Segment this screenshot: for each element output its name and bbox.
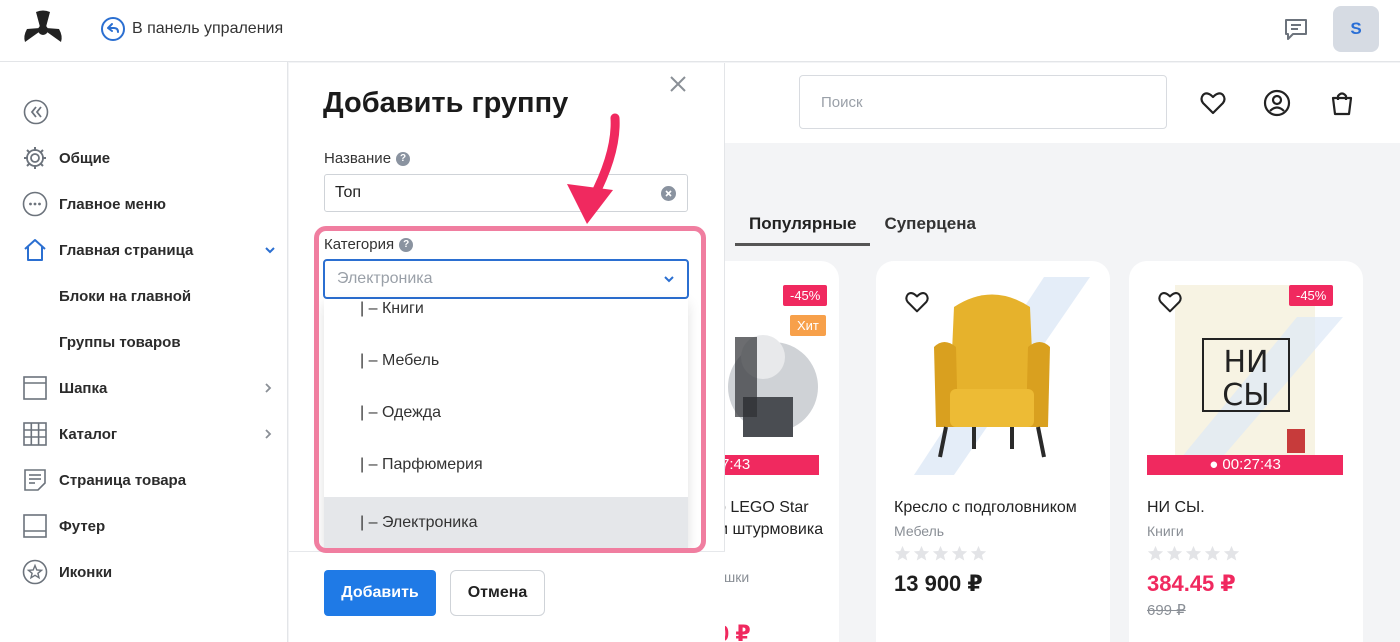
star-icon (1204, 545, 1221, 561)
timer-text: 00:27:43 (1222, 456, 1281, 473)
back-circle-icon (101, 17, 125, 41)
sidebar-item-home-page[interactable]: Главная страница (22, 236, 278, 264)
sidebar-item-label: Главное меню (59, 195, 166, 213)
product-category: Книги (1147, 523, 1184, 539)
sidebar-subitem-home-blocks[interactable]: Блоки на главной (59, 288, 191, 305)
document-icon (22, 467, 48, 493)
product-price: 13 900 ₽ (894, 571, 983, 596)
star-icon (1223, 545, 1240, 561)
collapse-sidebar-icon[interactable] (23, 99, 49, 125)
star-icon (1185, 545, 1202, 561)
favorite-heart-icon[interactable] (1157, 289, 1183, 315)
discount-badge: -45% (783, 285, 828, 306)
star-circle-icon (22, 559, 48, 585)
name-label: Название ? (324, 150, 411, 167)
store-preview: Поиск Популярные Суперцена -45% Хит 00:2… (605, 63, 1400, 642)
star-icon (894, 545, 911, 561)
product-name-line1: р LEGO Star (717, 499, 809, 516)
store-header: Поиск (725, 63, 1400, 143)
sidebar-subitem-product-groups[interactable]: Группы товаров (59, 334, 181, 351)
name-label-text: Название (324, 150, 392, 167)
sidebar-item-label: Футер (59, 517, 106, 535)
grid-icon (22, 421, 48, 447)
add-button[interactable]: Добавить (324, 570, 436, 616)
timer-bar: ● 00:27:43 (1147, 455, 1343, 475)
sidebar-item-general[interactable]: Общие (22, 144, 278, 172)
chevron-down-icon[interactable] (264, 244, 276, 256)
product-name-line2: м штурмовика (717, 521, 824, 538)
hit-badge: Хит (790, 315, 826, 336)
heart-icon[interactable] (1199, 89, 1227, 117)
tab-superprice[interactable]: Суперцена (870, 211, 989, 246)
sidebar-item-icons[interactable]: Иконки (22, 558, 278, 586)
star-icon (913, 545, 930, 561)
rating-stars (894, 545, 987, 562)
sidebar-item-label: Иконки (59, 563, 113, 581)
footer-layout-icon (22, 513, 48, 539)
discount-badge: -45% (1289, 285, 1334, 306)
star-icon (1147, 545, 1164, 561)
product-category: Мебель (894, 523, 945, 539)
sidebar-item-header[interactable]: Шапка (22, 374, 278, 402)
sidebar: Общие Главное меню Главная страница Блок… (0, 62, 288, 642)
home-icon (22, 237, 48, 263)
logo-icon[interactable] (22, 10, 64, 48)
product-tabs: Популярные Суперцена (735, 211, 990, 246)
highlight-frame (314, 226, 706, 553)
name-field-value: Топ (335, 184, 362, 201)
chevron-right-icon[interactable] (262, 428, 274, 440)
star-icon (932, 545, 949, 561)
clear-icon[interactable] (661, 186, 676, 201)
user-icon[interactable] (1263, 89, 1291, 117)
sidebar-item-label: Общие (59, 149, 111, 167)
panel-title: Добавить группу (323, 87, 569, 119)
sidebar-item-catalog[interactable]: Каталог (22, 420, 278, 448)
sidebar-item-label: Шапка (59, 379, 108, 397)
back-to-panel-link[interactable]: В панель упраления (100, 16, 283, 42)
sidebar-item-label: Главная страница (59, 241, 194, 259)
help-icon[interactable]: ? (396, 151, 411, 166)
sidebar-item-footer[interactable]: Футер (22, 512, 278, 540)
chevron-right-icon[interactable] (262, 382, 274, 394)
book-cover-title-1: НИ (1224, 345, 1269, 380)
star-icon (1166, 545, 1183, 561)
search-input[interactable]: Поиск (799, 75, 1167, 129)
header-layout-icon (22, 375, 48, 401)
bag-icon[interactable] (1328, 89, 1356, 117)
avatar[interactable]: S (1333, 6, 1379, 52)
sidebar-item-product-page[interactable]: Страница товара (22, 466, 278, 494)
close-icon[interactable] (669, 75, 687, 93)
tab-popular[interactable]: Популярные (735, 211, 871, 246)
sidebar-item-main-menu[interactable]: Главное меню (22, 190, 278, 218)
sidebar-item-label: Каталог (59, 425, 118, 443)
star-icon (970, 545, 987, 561)
dots-circle-icon (22, 191, 48, 217)
rating-stars (1147, 545, 1240, 562)
product-name: Кресло с подголовником (894, 499, 1077, 516)
product-card[interactable]: Кресло с подголовником Мебель 13 900 ₽ (876, 261, 1110, 642)
product-old-price: 699 ₽ (1147, 602, 1186, 619)
fire-icon: ● (1209, 456, 1223, 473)
cancel-button[interactable]: Отмена (450, 570, 545, 616)
back-label: В панель упраления (132, 20, 284, 37)
star-icon (951, 545, 968, 561)
product-price: 384.45 ₽ (1147, 571, 1236, 596)
product-card[interactable]: НИ СЫ -45% ● 00:27:43 НИ СЫ. Книги 384.4… (1129, 261, 1363, 642)
chat-icon[interactable] (1282, 15, 1310, 43)
book-cover-title-2: СЫ (1222, 378, 1269, 413)
top-bar: В панель упраления S (0, 0, 1400, 62)
product-name: НИ СЫ. (1147, 499, 1205, 516)
gear-icon (22, 145, 48, 171)
annotation-arrow-icon (567, 113, 620, 224)
name-field[interactable]: Топ (324, 174, 688, 212)
sidebar-item-label: Страница товара (59, 471, 187, 489)
favorite-heart-icon[interactable] (904, 289, 930, 315)
panel-footer: Добавить Отмена (289, 551, 725, 642)
